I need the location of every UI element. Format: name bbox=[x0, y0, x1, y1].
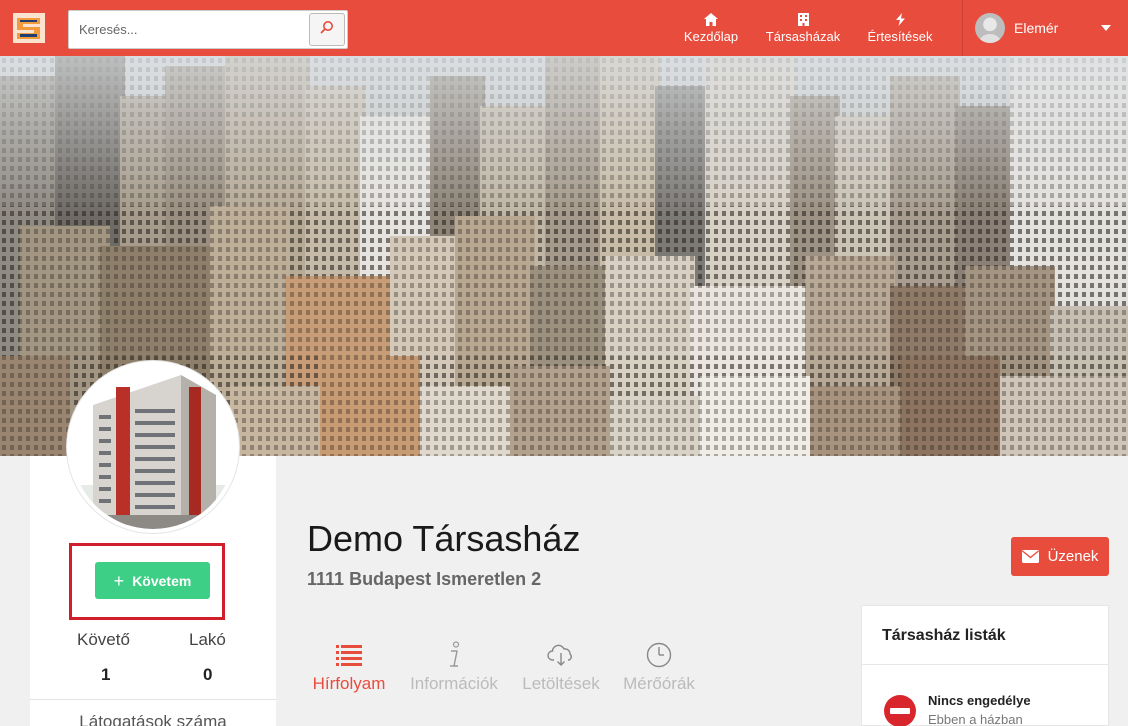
nav-divider bbox=[962, 0, 963, 56]
lists-card-divider bbox=[862, 664, 1108, 665]
nav-houses[interactable]: Társasházak bbox=[760, 0, 846, 56]
lists-card-title: Társasház listák bbox=[882, 627, 1006, 644]
tab-downloads[interactable]: Letöltések bbox=[519, 640, 603, 694]
search-button[interactable] bbox=[309, 13, 345, 46]
nav-home-label: Kezdőlap bbox=[683, 29, 739, 44]
nav-notifications-label: Értesítések bbox=[867, 29, 933, 44]
followers-count: 1 bbox=[101, 665, 111, 684]
tab-information[interactable]: Információk bbox=[405, 640, 503, 694]
profile-divider bbox=[30, 699, 276, 700]
cloud-download-icon bbox=[547, 640, 575, 670]
search-box bbox=[68, 10, 348, 49]
site-logo[interactable] bbox=[12, 12, 46, 44]
tab-news-feed-label: Hírfolyam bbox=[312, 674, 386, 693]
followers-label: Követő bbox=[77, 630, 130, 649]
permission-title: Nincs engedélye bbox=[928, 693, 1031, 708]
messages-button[interactable]: Üzenek bbox=[1011, 537, 1109, 576]
user-name: Elemér bbox=[1014, 20, 1059, 36]
tab-downloads-label: Letöltések bbox=[522, 674, 600, 693]
bolt-icon bbox=[895, 12, 905, 26]
nav-home[interactable]: Kezdőlap bbox=[676, 0, 746, 56]
plus-icon: + bbox=[113, 570, 125, 591]
top-navbar: Kezdőlap Társasházak Értesítések Elemér bbox=[0, 0, 1128, 56]
follow-button-label: Követem bbox=[132, 572, 192, 589]
tab-information-label: Információk bbox=[410, 674, 498, 693]
visits-label: Látogatások száma bbox=[79, 712, 227, 726]
search-input[interactable] bbox=[69, 11, 309, 48]
tab-meters-label: Mérőórák bbox=[623, 674, 695, 693]
home-icon bbox=[704, 12, 718, 26]
avatar bbox=[975, 13, 1005, 43]
follow-button[interactable]: + Követem bbox=[95, 562, 210, 599]
page-title: Demo Társasház bbox=[307, 518, 581, 559]
lists-card: Társasház listák Nincs engedélye Ebben a… bbox=[861, 605, 1109, 726]
residents-label: Lakó bbox=[189, 630, 226, 649]
list-icon bbox=[336, 640, 362, 670]
address: 1111 Budapest Ismeretlen 2 bbox=[307, 569, 542, 589]
residents-count: 0 bbox=[203, 665, 213, 684]
messages-button-label: Üzenek bbox=[1047, 548, 1099, 565]
info-icon bbox=[447, 640, 461, 670]
clock-icon bbox=[646, 640, 672, 670]
building-photo bbox=[67, 361, 239, 533]
envelope-icon bbox=[1021, 550, 1039, 563]
tab-meters[interactable]: Mérőórák bbox=[620, 640, 698, 694]
nav-notifications[interactable]: Értesítések bbox=[860, 0, 940, 56]
search-icon bbox=[320, 20, 334, 39]
tab-news-feed[interactable]: Hírfolyam bbox=[311, 640, 387, 694]
nav-houses-label: Társasházak bbox=[765, 29, 841, 44]
no-entry-icon bbox=[884, 695, 916, 726]
building-icon bbox=[797, 12, 809, 26]
chevron-down-icon[interactable] bbox=[1101, 25, 1111, 31]
permission-subtitle: Ebben a házban bbox=[928, 712, 1023, 726]
user-menu[interactable]: Elemér bbox=[975, 13, 1058, 43]
